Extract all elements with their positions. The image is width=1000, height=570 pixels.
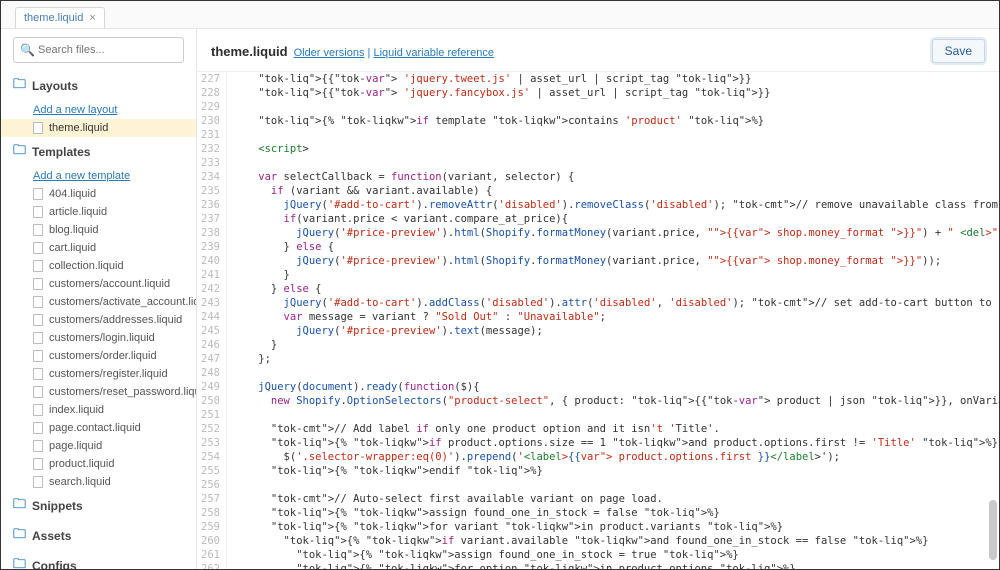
file-item-label: customers/login.liquid [49, 332, 155, 344]
section-assets[interactable]: 🗀 Assets [1, 521, 196, 551]
app-window: theme.liquid × 🔍 🗀 Layouts Add a new lay… [0, 0, 1000, 570]
file-item-label: blog.liquid [49, 224, 99, 236]
search-input[interactable] [13, 37, 184, 63]
sidebar: 🔍 🗀 Layouts Add a new layout theme.liqui… [1, 29, 197, 569]
file-icon [33, 422, 43, 434]
file-item[interactable]: cart.liquid [1, 239, 196, 257]
section-configs[interactable]: 🗀 Configs [1, 551, 196, 569]
file-item-label: cart.liquid [49, 242, 96, 254]
add-layout-link[interactable]: Add a new layout [1, 101, 196, 119]
file-item[interactable]: customers/account.liquid [1, 275, 196, 293]
file-item-label: collection.liquid [49, 260, 124, 272]
file-item-label: customers/addresses.liquid [49, 314, 182, 326]
file-item-label: article.liquid [49, 206, 107, 218]
file-icon [33, 278, 43, 290]
file-icon [33, 188, 43, 200]
file-item-label: page.liquid [49, 440, 102, 452]
file-icon [33, 476, 43, 488]
search-box: 🔍 [13, 37, 184, 63]
file-item[interactable]: article.liquid [1, 203, 196, 221]
code-content[interactable]: "tok-liq">{{"tok-var"> 'jquery.tweet.js'… [227, 72, 999, 569]
line-gutter: 2272282292302312322332342352362372382392… [197, 72, 227, 569]
tab-bar: theme.liquid × [1, 1, 999, 29]
close-icon[interactable]: × [89, 12, 95, 24]
file-item[interactable]: customers/reset_password.liquid [1, 383, 196, 401]
editor-header: theme.liquid Older versions | Liquid var… [197, 29, 999, 72]
section-label: Layouts [32, 79, 78, 93]
section-label: Configs [32, 559, 77, 569]
file-icon [33, 260, 43, 272]
file-item[interactable]: page.liquid [1, 437, 196, 455]
add-template-link[interactable]: Add a new template [1, 167, 196, 185]
file-icon [33, 296, 43, 308]
file-icon [33, 386, 43, 398]
file-icon [33, 206, 43, 218]
file-item[interactable]: index.liquid [1, 401, 196, 419]
file-item[interactable]: customers/order.liquid [1, 347, 196, 365]
code-editor[interactable]: 2272282292302312322332342352362372382392… [197, 72, 999, 569]
folder-icon: 🗀 [13, 525, 26, 547]
file-icon [33, 242, 43, 254]
search-icon: 🔍 [20, 43, 35, 57]
file-item-label: customers/order.liquid [49, 350, 157, 362]
liquid-reference-link[interactable]: Liquid variable reference [373, 47, 493, 59]
file-item-label: theme.liquid [49, 122, 108, 134]
vertical-scrollbar[interactable] [989, 120, 997, 563]
save-button[interactable]: Save [932, 39, 985, 63]
file-item[interactable]: 404.liquid [1, 185, 196, 203]
file-item[interactable]: collection.liquid [1, 257, 196, 275]
file-item[interactable]: customers/register.liquid [1, 365, 196, 383]
file-icon [33, 224, 43, 236]
file-item[interactable]: customers/addresses.liquid [1, 311, 196, 329]
file-item-label: customers/activate_account.liquid [49, 296, 197, 308]
section-label: Templates [32, 145, 90, 159]
folder-icon: 🗀 [13, 495, 26, 517]
section-label: Snippets [32, 499, 83, 513]
file-icon [33, 350, 43, 362]
file-item-label: page.contact.liquid [49, 422, 141, 434]
file-icon [33, 314, 43, 326]
file-item[interactable]: customers/login.liquid [1, 329, 196, 347]
file-item-label: search.liquid [49, 476, 111, 488]
folder-icon: 🗀 [13, 141, 26, 163]
folder-icon: 🗀 [13, 555, 26, 569]
file-item[interactable]: customers/activate_account.liquid [1, 293, 196, 311]
section-layouts[interactable]: 🗀 Layouts [1, 71, 196, 101]
file-icon [33, 458, 43, 470]
folder-icon: 🗀 [13, 75, 26, 97]
file-item[interactable]: search.liquid [1, 473, 196, 491]
main-area: 🔍 🗀 Layouts Add a new layout theme.liqui… [1, 29, 999, 569]
file-item[interactable]: theme.liquid [1, 119, 196, 137]
file-item[interactable]: page.contact.liquid [1, 419, 196, 437]
file-tab[interactable]: theme.liquid × [15, 7, 105, 28]
editor-filename: theme.liquid [211, 44, 288, 59]
section-templates[interactable]: 🗀 Templates [1, 137, 196, 167]
file-item-label: index.liquid [49, 404, 104, 416]
older-versions-link[interactable]: Older versions [294, 47, 365, 59]
file-item-label: customers/account.liquid [49, 278, 170, 290]
file-item-label: 404.liquid [49, 188, 96, 200]
file-icon [33, 404, 43, 416]
file-tab-label: theme.liquid [24, 12, 83, 24]
file-item[interactable]: blog.liquid [1, 221, 196, 239]
scrollbar-thumb[interactable] [989, 500, 997, 560]
file-icon [33, 440, 43, 452]
file-item[interactable]: product.liquid [1, 455, 196, 473]
file-item-label: customers/reset_password.liquid [49, 386, 197, 398]
file-icon [33, 122, 43, 134]
file-item-label: product.liquid [49, 458, 114, 470]
file-item-label: customers/register.liquid [49, 368, 168, 380]
file-icon [33, 368, 43, 380]
editor-panel: theme.liquid Older versions | Liquid var… [197, 29, 999, 569]
file-icon [33, 332, 43, 344]
section-label: Assets [32, 529, 71, 543]
section-snippets[interactable]: 🗀 Snippets [1, 491, 196, 521]
